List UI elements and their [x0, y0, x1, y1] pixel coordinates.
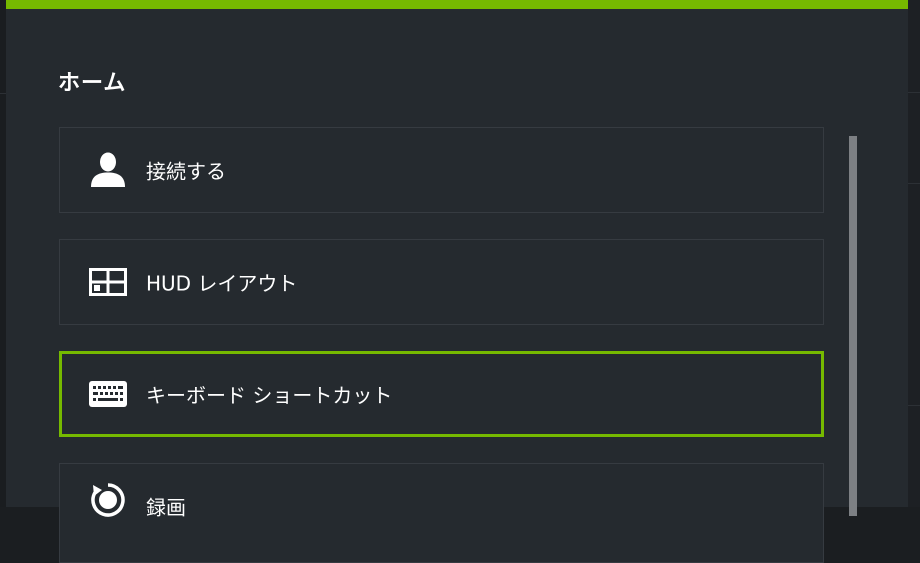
background-right-edge: [906, 0, 920, 507]
menu-item-label: 接続する: [146, 159, 226, 184]
menu-item-label: HUD レイアウト: [146, 271, 298, 296]
layout-grid-icon: [88, 262, 128, 302]
scrollbar[interactable]: [849, 136, 857, 516]
menu-item-label: キーボード ショートカット: [146, 383, 393, 408]
background-divider: [906, 183, 920, 184]
panel-title: ホーム: [58, 71, 127, 96]
menu-item-recording[interactable]: 録画: [59, 463, 824, 563]
keyboard-icon: [88, 374, 128, 414]
user-icon: [88, 150, 128, 190]
menu-item-connect[interactable]: 接続する: [59, 127, 824, 213]
record-icon: [88, 480, 128, 520]
scrollbar-thumb[interactable]: [849, 136, 857, 516]
background-divider: [906, 92, 920, 93]
menu-item-keyboard-shortcuts[interactable]: キーボード ショートカット: [59, 351, 824, 437]
menu-item-hud-layout[interactable]: HUD レイアウト: [59, 239, 824, 325]
background-divider: [906, 405, 920, 406]
menu-item-label: 録画: [146, 495, 186, 520]
home-overlay-panel: ホーム 接続する HUD レイアウト キーボード ショートカット 録画: [6, 0, 908, 563]
